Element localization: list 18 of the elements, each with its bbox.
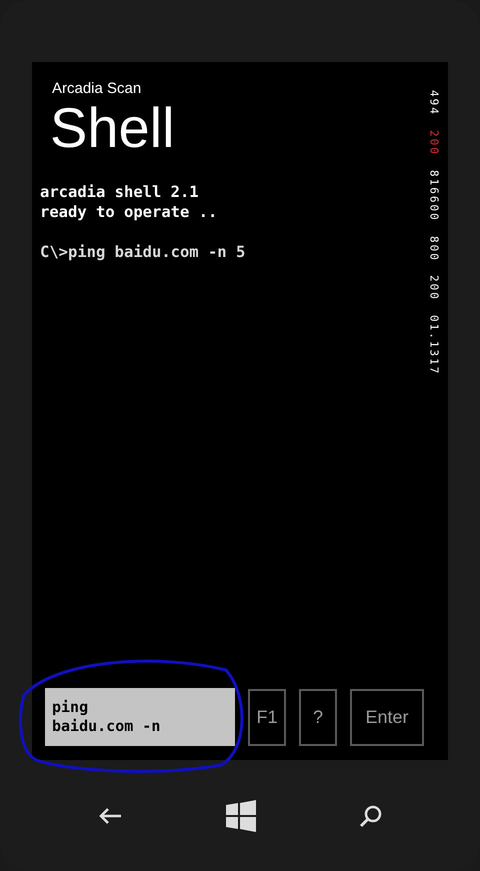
readout-value: 01.1317 [428,315,440,376]
readout-value: 200 [428,275,440,302]
console-line: C\>ping baidu.com -n 5 [40,242,246,262]
readout-value: 816600 [428,170,440,222]
console-line: arcadia shell 2.1 [40,182,200,202]
readout-value: 200 [428,130,440,156]
console-line: ready to operate .. [40,202,218,222]
readout-value: 494 [428,90,440,116]
readout-value: 800 [428,236,440,262]
key-button[interactable]: ? [299,688,337,746]
page-title: Shell [49,95,176,160]
key-button[interactable]: F1 [248,688,286,746]
back-icon[interactable] [97,806,123,826]
enter-button[interactable]: Enter [350,688,424,746]
command-input[interactable]: ping baidu.com -n [45,688,235,746]
search-icon[interactable] [359,804,383,828]
app-name: Arcadia Scan [51,80,142,97]
windows-icon[interactable] [225,800,257,832]
